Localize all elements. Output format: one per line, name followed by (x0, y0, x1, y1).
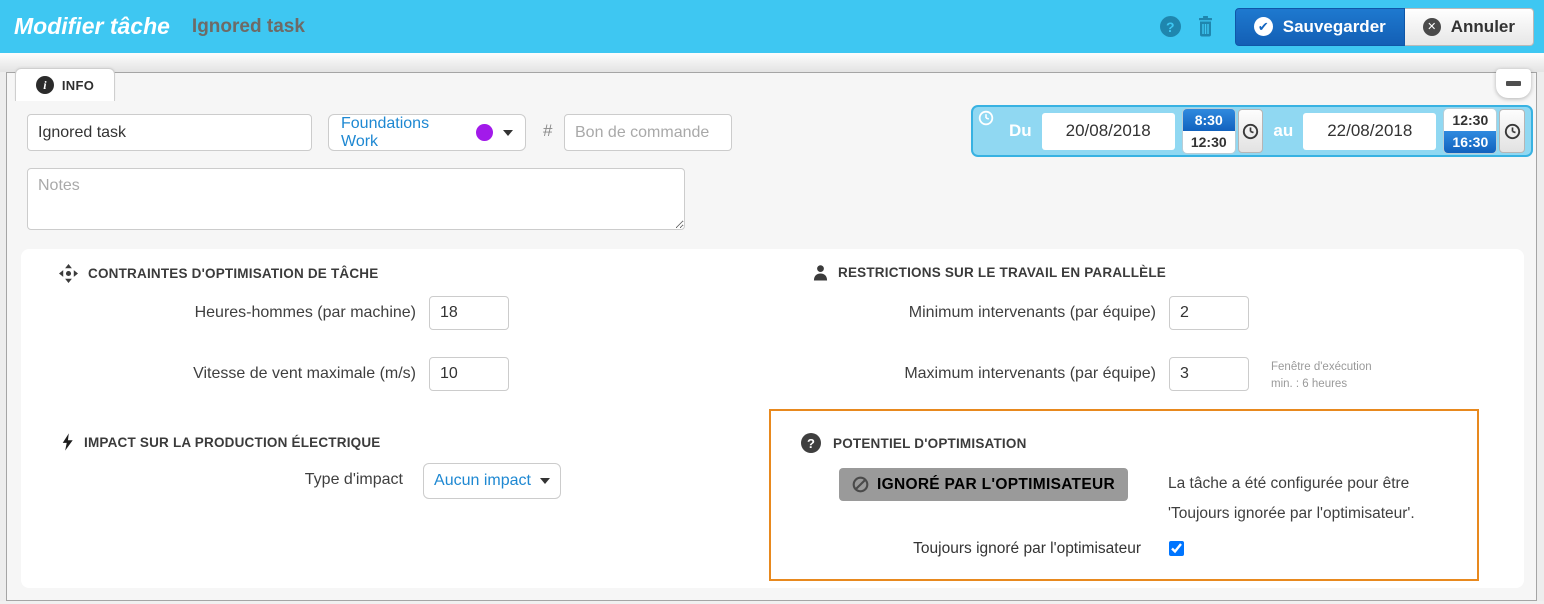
settings-card: CONTRAINTES D'OPTIMISATION DE TÂCHE Heur… (21, 249, 1524, 588)
clock-icon (1504, 123, 1521, 140)
x-circle-icon: ✕ (1423, 18, 1441, 36)
impact-type-dropdown[interactable]: Aucun impact (423, 463, 561, 499)
start-time-picker: 8:30 12:30 (1183, 109, 1235, 153)
field-label: Vitesse de vent maximale (m/s) (21, 357, 416, 391)
date-from-label: Du (1009, 121, 1032, 141)
cancel-button-label: Annuler (1451, 17, 1515, 37)
badge-label: IGNORÉ PAR L'OPTIMISATEUR (877, 476, 1115, 494)
trash-icon (1196, 16, 1215, 37)
max-wind-speed-input[interactable] (429, 357, 509, 391)
description-line: 'Toujours ignorée par l'optimisateur'. (1168, 499, 1415, 529)
start-time-option[interactable]: 12:30 (1183, 131, 1235, 153)
task-name-subtitle: Ignored task (192, 16, 305, 38)
date-range-widget: Du 8:30 12:30 au 12:30 16:30 (971, 105, 1533, 157)
section-title: POTENTIEL D'OPTIMISATION (833, 436, 1027, 451)
end-time-picker: 12:30 16:30 (1444, 109, 1496, 153)
max-workers-input[interactable] (1169, 357, 1249, 391)
field-label: Maximum intervenants (par équipe) (601, 357, 1156, 391)
no-entry-icon (852, 476, 869, 493)
section-title: CONTRAINTES D'OPTIMISATION DE TÂCHE (88, 266, 378, 281)
lightning-bolt-icon (61, 432, 74, 452)
category-color-dot-icon (476, 124, 493, 141)
move-arrows-icon (59, 264, 78, 283)
task-edit-panel: i INFO Foundations Work # Du 8:30 12:30 (6, 72, 1537, 601)
category-dropdown-label: Foundations Work (341, 115, 467, 151)
check-circle-icon: ✔ (1254, 17, 1273, 36)
field-label: Type d'impact (21, 463, 403, 497)
field-label: Heures-hommes (par machine) (21, 296, 416, 330)
always-ignored-checkbox[interactable] (1169, 541, 1184, 556)
section-title: IMPACT SUR LA PRODUCTION ÉLECTRIQUE (84, 435, 381, 450)
start-time-selected[interactable]: 8:30 (1183, 109, 1235, 131)
min-workers-input[interactable] (1169, 296, 1249, 330)
order-number-input[interactable] (564, 114, 732, 151)
description-line: La tâche a été configurée pour être (1168, 469, 1415, 499)
section-optimization-header: ? POTENTIEL D'OPTIMISATION (801, 433, 1027, 453)
tab-info[interactable]: i INFO (15, 68, 115, 101)
optimization-potential-box: ? POTENTIEL D'OPTIMISATION IGNORÉ PAR L'… (769, 409, 1479, 581)
notes-textarea[interactable] (27, 168, 685, 230)
start-date-input[interactable] (1042, 113, 1175, 150)
start-time-clock-button[interactable] (1238, 109, 1264, 153)
minus-icon (1506, 81, 1521, 86)
section-title: RESTRICTIONS SUR LE TRAVAIL EN PARALLÈLE (838, 265, 1166, 280)
order-number-prefix: # (543, 121, 552, 141)
section-constraints-header: CONTRAINTES D'OPTIMISATION DE TÂCHE (59, 264, 378, 283)
note-line: min. : 6 heures (1271, 376, 1372, 393)
page-title: Modifier tâche (14, 13, 170, 40)
cancel-button[interactable]: ✕ Annuler (1405, 8, 1534, 46)
end-time-clock-button[interactable] (1499, 109, 1525, 153)
clock-icon (978, 110, 994, 131)
clock-icon (1242, 123, 1259, 140)
end-time-option[interactable]: 12:30 (1444, 109, 1496, 131)
ignored-by-optimizer-badge: IGNORÉ PAR L'OPTIMISATEUR (839, 468, 1128, 501)
end-time-selected[interactable]: 16:30 (1444, 131, 1496, 153)
execution-window-note: Fenêtre d'exécution min. : 6 heures (1271, 359, 1372, 393)
end-date-input[interactable] (1303, 113, 1436, 150)
save-button-label: Sauvegarder (1283, 17, 1386, 37)
person-icon (813, 264, 828, 281)
section-parallel-header: RESTRICTIONS SUR LE TRAVAIL EN PARALLÈLE (813, 264, 1166, 281)
delete-task-button[interactable] (1196, 16, 1215, 37)
top-header-bar: Modifier tâche Ignored task ? ✔ Sauvegar… (0, 0, 1544, 53)
collapse-panel-button[interactable] (1496, 69, 1531, 98)
optimization-description: La tâche a été configurée pour être 'Tou… (1168, 469, 1415, 529)
impact-type-value: Aucun impact (434, 472, 531, 490)
header-panel-gap (0, 53, 1544, 72)
date-to-label: au (1273, 121, 1293, 141)
help-icon[interactable]: ? (1160, 16, 1181, 37)
note-line: Fenêtre d'exécution (1271, 359, 1372, 376)
always-ignored-label: Toujours ignoré par l'optimisateur (771, 539, 1141, 559)
section-impact-header: IMPACT SUR LA PRODUCTION ÉLECTRIQUE (61, 432, 381, 452)
field-label: Minimum intervenants (par équipe) (601, 296, 1156, 330)
info-icon: i (36, 76, 54, 94)
chevron-down-icon (540, 478, 550, 484)
save-button[interactable]: ✔ Sauvegarder (1235, 8, 1405, 46)
task-name-input[interactable] (27, 114, 312, 151)
question-circle-icon: ? (801, 433, 821, 453)
tab-info-label: INFO (62, 78, 94, 93)
category-dropdown[interactable]: Foundations Work (328, 114, 526, 151)
chevron-down-icon (503, 130, 513, 136)
man-hours-input[interactable] (429, 296, 509, 330)
